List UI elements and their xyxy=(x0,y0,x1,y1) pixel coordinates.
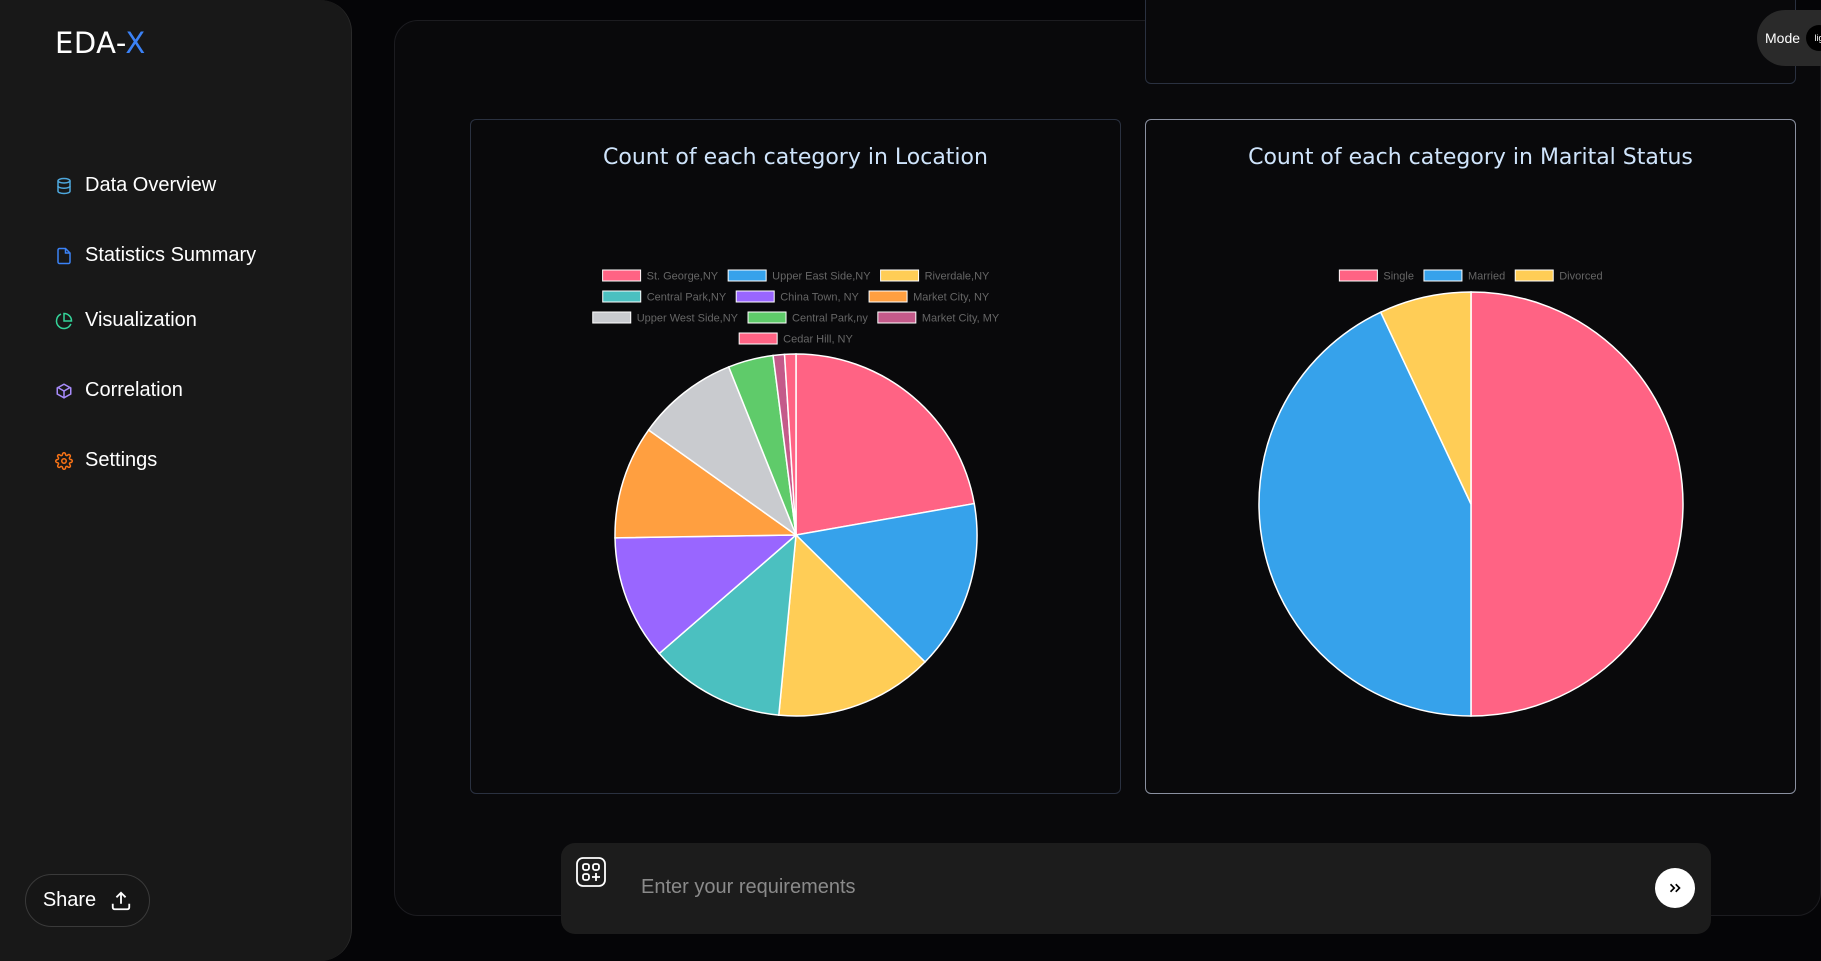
legend-swatch[interactable] xyxy=(1423,269,1463,282)
gear-icon xyxy=(55,451,73,470)
legend-label: China Town, NY xyxy=(780,292,859,304)
marital-status-pie-chart: Single Married Divorced xyxy=(1258,269,1684,717)
file-icon xyxy=(57,247,71,264)
mode-switch-knob[interactable]: lig xyxy=(1806,25,1821,51)
upload-icon xyxy=(112,890,131,910)
mode-toggle[interactable]: Mode lig xyxy=(1757,10,1821,66)
share-label: Share xyxy=(42,889,97,911)
top-chart-card xyxy=(1145,0,1796,84)
legend-label: Cedar Hill, NY xyxy=(783,334,853,346)
sidebar-item-label: Correlation xyxy=(85,379,183,401)
pie-chart-icon xyxy=(55,312,73,329)
legend-label: St. George,NY xyxy=(647,271,719,283)
legend-swatch[interactable] xyxy=(602,269,642,282)
sidebar-item-label: Visualization xyxy=(85,309,197,331)
prompt-bar xyxy=(561,843,1711,934)
legend-swatch[interactable] xyxy=(738,332,778,345)
apps-add-icon[interactable] xyxy=(576,857,606,887)
sidebar-item-settings[interactable]: Settings xyxy=(55,449,157,472)
pie-slice-single[interactable] xyxy=(1470,291,1684,717)
legend-label: Central Park,NY xyxy=(647,292,727,304)
marital-status-chart-card: Count of each category in Marital Status… xyxy=(1145,119,1796,794)
cube-icon xyxy=(56,382,72,399)
legend-swatch[interactable] xyxy=(727,269,767,282)
legend-label: Central Park,ny xyxy=(792,313,868,325)
legend-swatch[interactable] xyxy=(735,290,775,303)
app-logo[interactable]: EDA-X xyxy=(55,26,146,60)
double-chevron-right-icon xyxy=(1669,883,1681,893)
legend-label: Divorced xyxy=(1559,271,1602,283)
legend-label: Market City, MY xyxy=(922,313,1000,325)
legend-swatch[interactable] xyxy=(868,290,908,303)
sidebar-item-label: Settings xyxy=(85,449,158,471)
legend-swatch[interactable] xyxy=(592,311,632,324)
legend-swatch[interactable] xyxy=(877,311,917,324)
sidebar: EDA-X Data Overview Statistics Summary V… xyxy=(0,0,352,961)
legend-label: Upper East Side,NY xyxy=(772,271,871,283)
legend-label: Married xyxy=(1468,271,1505,283)
sidebar-item-label: Data Overview xyxy=(85,174,217,196)
mode-label: Mode xyxy=(1765,30,1801,46)
legend-swatch[interactable] xyxy=(747,311,787,324)
legend-swatch[interactable] xyxy=(602,290,642,303)
legend-swatch[interactable] xyxy=(1514,269,1554,282)
sidebar-item-visualization[interactable]: Visualization xyxy=(55,309,197,332)
sidebar-item-label: Statistics Summary xyxy=(85,244,257,266)
legend-swatch[interactable] xyxy=(880,269,920,282)
requirements-input[interactable] xyxy=(641,867,1591,907)
legend-label: Single xyxy=(1383,271,1414,283)
legend-label: Riverdale,NY xyxy=(925,271,990,283)
sidebar-item-statistics-summary[interactable]: Statistics Summary xyxy=(55,244,256,267)
legend-label: Upper West Side,NY xyxy=(637,313,739,325)
legend-swatch[interactable] xyxy=(1338,269,1378,282)
sidebar-item-data-overview[interactable]: Data Overview xyxy=(55,174,216,197)
location-pie-chart: St. George,NY Upper East Side,NY Riverdale… xyxy=(592,269,1000,717)
database-icon xyxy=(57,177,71,194)
send-button[interactable] xyxy=(1655,868,1695,908)
sidebar-item-correlation[interactable]: Correlation xyxy=(55,379,183,402)
legend-label: Market City, NY xyxy=(913,292,990,304)
share-button[interactable]: Share xyxy=(25,874,150,927)
location-chart-card: Count of each category in Location St. G… xyxy=(470,119,1121,794)
